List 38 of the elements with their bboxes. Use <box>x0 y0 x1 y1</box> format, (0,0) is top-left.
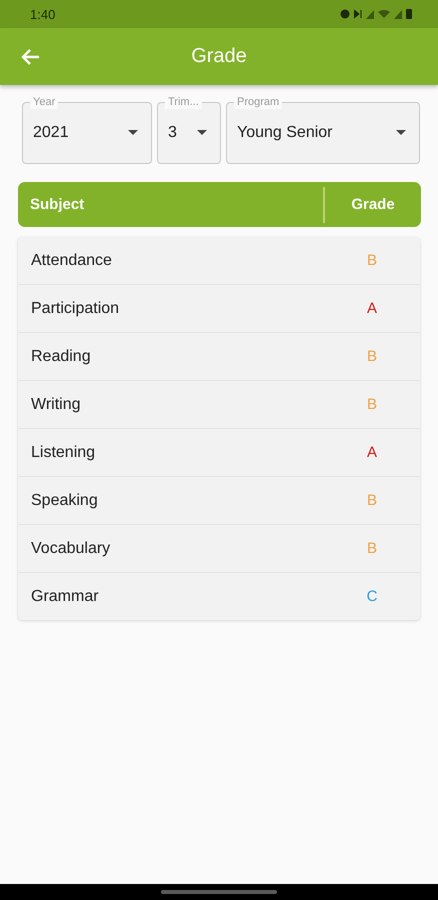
grade-cell-text: A <box>366 300 378 317</box>
subject-cell-text: Listening <box>30 444 96 462</box>
subject-cell-text: Writing <box>30 396 82 414</box>
home-handle[interactable] <box>161 890 277 894</box>
dropdown-caret-icon <box>396 130 406 136</box>
battery-icon <box>406 9 412 19</box>
subject-cell-text: Grammar <box>30 588 100 606</box>
wifi-icon <box>378 10 390 18</box>
dropdown-field[interactable]: Trim... 3 <box>157 94 221 164</box>
subject-cell-text: Speaking <box>30 492 99 510</box>
grade-cell-text: C <box>366 588 378 605</box>
screen-title: Grade <box>190 45 248 68</box>
dropdown-caret-icon <box>197 130 207 136</box>
field-label: Program <box>234 95 282 109</box>
grade-cell-text: B <box>366 348 378 365</box>
back-arrow-icon <box>21 46 41 66</box>
dropdown-field[interactable]: Year 2021 <box>22 94 152 164</box>
column-header: Subject <box>29 196 86 213</box>
subject-cell-text: Reading <box>30 348 92 366</box>
grade-cell-text: B <box>366 252 378 269</box>
grade-cell-text: A <box>366 444 378 461</box>
field-value: Young Senior <box>237 124 334 142</box>
grade-cell-text: B <box>366 540 378 557</box>
dropdown-caret-icon <box>128 130 138 136</box>
signal-icon <box>366 10 374 18</box>
status-time: 1:40 <box>30 6 56 22</box>
field-value: 2021 <box>33 124 70 142</box>
field-label: Year <box>30 95 58 109</box>
subject-cell-text: Attendance <box>30 252 113 270</box>
column-header: Grade <box>323 186 421 222</box>
subject-cell-text: Vocabulary <box>30 540 112 558</box>
field-value: 3 <box>168 124 178 142</box>
grade-cell-text: B <box>366 492 378 509</box>
grade-cell-text: B <box>366 396 378 413</box>
signal-icon <box>394 10 402 18</box>
subject-cell-text: Participation <box>30 300 120 318</box>
field-label: Trim... <box>165 95 202 109</box>
dropdown-field[interactable]: Program Young Senior <box>226 94 420 164</box>
